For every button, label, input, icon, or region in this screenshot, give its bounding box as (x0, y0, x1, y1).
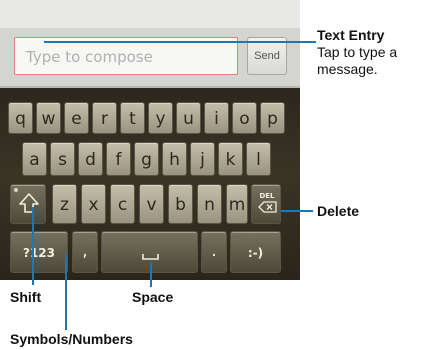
key-y[interactable]: y (148, 102, 173, 134)
key-h[interactable]: h (162, 142, 187, 176)
space-label: Space (132, 289, 174, 305)
space-callout-line (150, 263, 152, 287)
text-entry-description-line2: message. (317, 61, 378, 77)
symbols-numbers-label: Symbols/Numbers (10, 331, 133, 347)
smiley-key[interactable]: :-) (230, 231, 281, 273)
delete-key[interactable]: DEL (251, 184, 281, 224)
symbols-key[interactable]: ?123 (10, 231, 68, 273)
key-z[interactable]: z (52, 184, 77, 224)
keyboard: q w e r t y u i o p a s d f g h j k l z … (0, 88, 300, 280)
key-q[interactable]: q (8, 102, 33, 134)
key-f[interactable]: f (106, 142, 131, 176)
key-e[interactable]: e (64, 102, 89, 134)
shift-label: Shift (10, 289, 42, 305)
key-r[interactable]: r (92, 102, 117, 134)
backspace-icon (258, 201, 277, 213)
period-key[interactable]: . (201, 231, 227, 273)
key-w[interactable]: w (36, 102, 61, 134)
key-s[interactable]: s (50, 142, 75, 176)
delete-callout-line (281, 210, 313, 212)
key-m[interactable]: m (226, 184, 248, 224)
compose-bar: Type to compose Send (0, 28, 300, 88)
key-t[interactable]: t (120, 102, 145, 134)
key-o[interactable]: o (232, 102, 257, 134)
status-area (0, 0, 300, 28)
key-x[interactable]: x (81, 184, 106, 224)
key-v[interactable]: v (139, 184, 164, 224)
compose-placeholder: Type to compose (26, 48, 153, 66)
key-a[interactable]: a (22, 142, 47, 176)
shift-callout-line (32, 207, 34, 285)
key-c[interactable]: c (110, 184, 135, 224)
text-entry-label: Text Entry (317, 27, 385, 43)
key-p[interactable]: p (260, 102, 285, 134)
key-g[interactable]: g (134, 142, 159, 176)
shift-arrow-icon (19, 193, 39, 213)
key-l[interactable]: l (246, 142, 271, 176)
key-j[interactable]: j (190, 142, 215, 176)
comma-key[interactable]: , (72, 231, 98, 273)
shift-key[interactable] (10, 184, 46, 224)
key-u[interactable]: u (176, 102, 201, 134)
key-b[interactable]: b (168, 184, 193, 224)
delete-label: Delete (317, 203, 360, 219)
text-entry-description-line1: Tap to type a (317, 44, 398, 60)
key-k[interactable]: k (218, 142, 243, 176)
key-d[interactable]: d (78, 142, 103, 176)
text-entry-callout-line (44, 41, 316, 43)
key-n[interactable]: n (197, 184, 222, 224)
symbols-callout-line (65, 254, 67, 330)
key-i[interactable]: i (204, 102, 229, 134)
